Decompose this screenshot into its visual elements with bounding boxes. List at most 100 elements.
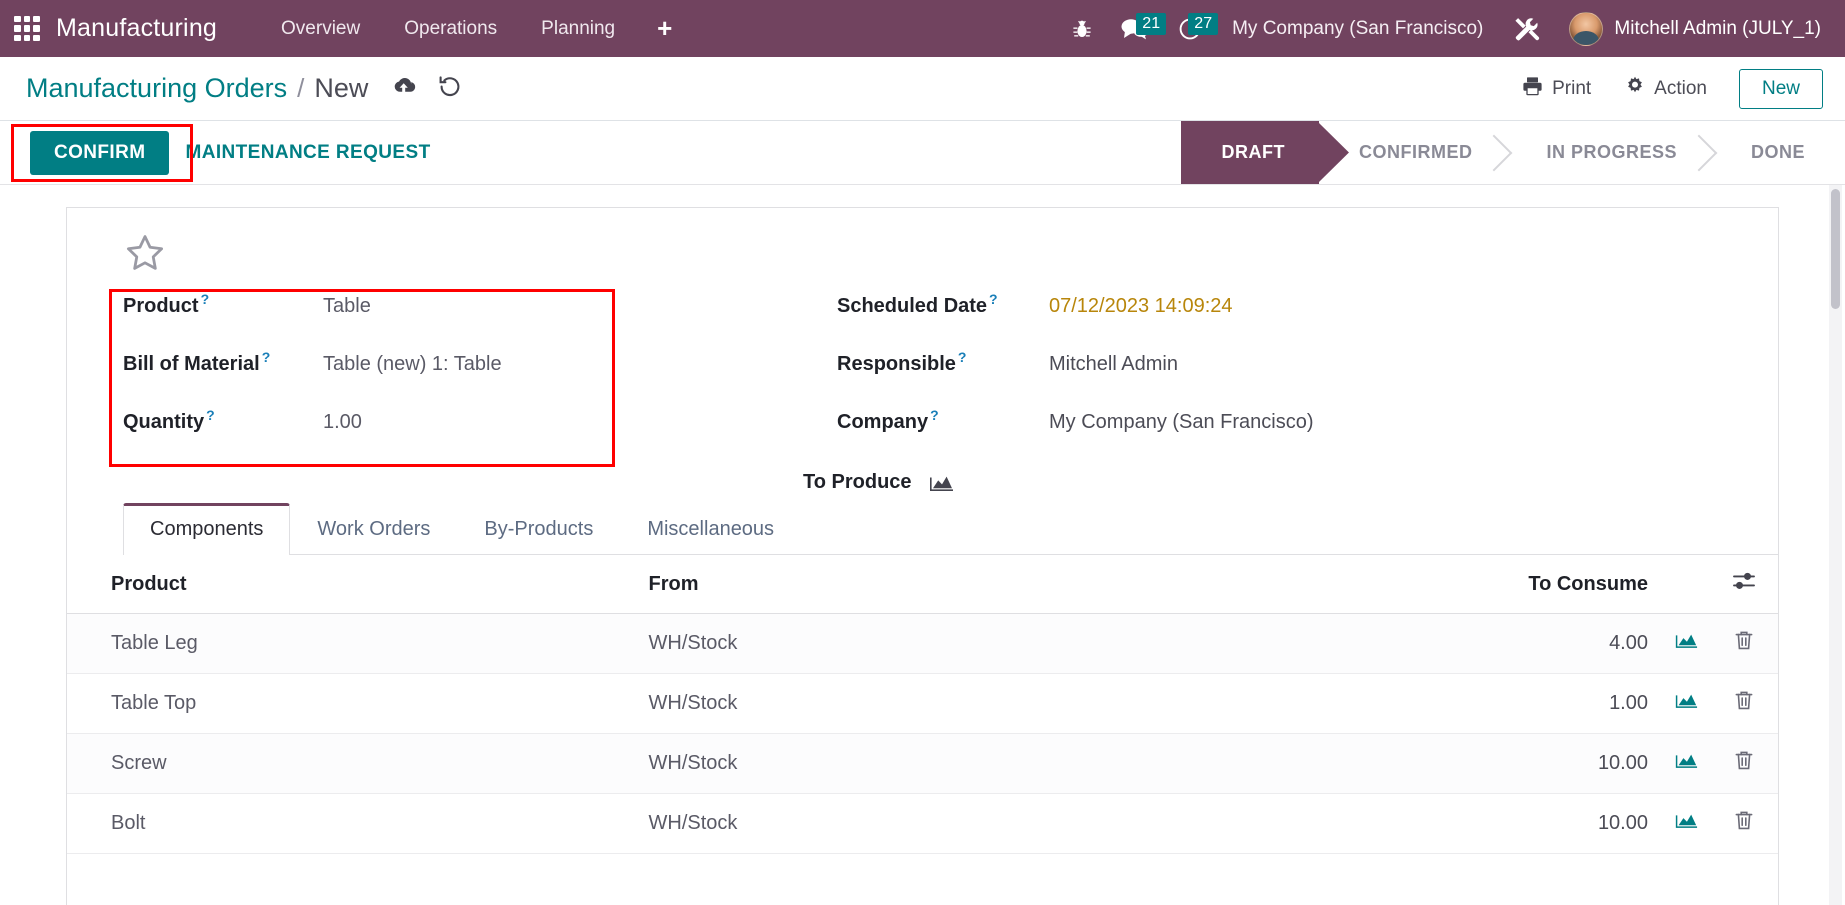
cell-to-consume[interactable]: 4.00 xyxy=(1086,613,1660,674)
cloud-upload-icon[interactable] xyxy=(390,75,417,97)
help-tooltip-icon[interactable]: ? xyxy=(201,291,210,307)
cell-product[interactable]: Table Top xyxy=(67,673,637,734)
field-bill-of-material-label-text: Bill of Material xyxy=(123,353,260,375)
undo-icon[interactable] xyxy=(437,75,462,98)
cell-from[interactable]: WH/Stock xyxy=(636,793,1087,854)
status-stage-confirmed[interactable]: CONFIRMED xyxy=(1319,121,1513,184)
status-stage-done-label: DONE xyxy=(1750,142,1805,162)
activities-count-badge: 27 xyxy=(1188,12,1219,35)
nav-item-overview[interactable]: Overview xyxy=(259,10,382,48)
column-header-to-consume[interactable]: To Consume xyxy=(1086,555,1660,614)
field-bill-of-material-value[interactable]: Table (new) 1: Table xyxy=(323,353,502,376)
cell-from[interactable]: WH/Stock xyxy=(636,733,1087,794)
table-row[interactable]: Table Top WH/Stock 1.00 xyxy=(67,673,1778,734)
cell-from[interactable]: WH/Stock xyxy=(636,613,1087,674)
trash-icon[interactable] xyxy=(1734,810,1754,831)
trash-icon[interactable] xyxy=(1734,750,1754,771)
cell-delete xyxy=(1720,673,1778,734)
table-header-row: Product From To Consume xyxy=(67,555,1778,614)
field-responsible: Responsible ? Mitchell Admin xyxy=(837,349,1778,411)
breadcrumb-parent-link[interactable]: Manufacturing Orders xyxy=(26,73,287,104)
cell-product[interactable]: Bolt xyxy=(67,793,637,854)
form-column-right: Scheduled Date ? 07/12/2023 14:09:24 Res… xyxy=(827,291,1778,469)
form-fields-grid: Product ? Table Bill of Material ? Table… xyxy=(67,281,1778,493)
apps-grid-icon[interactable] xyxy=(14,15,40,42)
nav-item-planning[interactable]: Planning xyxy=(519,10,637,48)
tab-miscellaneous[interactable]: Miscellaneous xyxy=(620,503,801,555)
nav-item-operations[interactable]: Operations xyxy=(382,10,519,48)
breadcrumb: Manufacturing Orders / New xyxy=(26,73,462,104)
field-company-value[interactable]: My Company (San Francisco) xyxy=(1049,411,1314,434)
help-tooltip-icon[interactable]: ? xyxy=(989,291,998,307)
table-row[interactable]: Bolt WH/Stock 10.00 xyxy=(67,793,1778,854)
cell-to-consume[interactable]: 10.00 xyxy=(1086,733,1660,794)
tab-by-products[interactable]: By-Products xyxy=(457,503,620,555)
user-menu[interactable]: Mitchell Admin (JULY_1) xyxy=(1555,8,1827,50)
star-outline-icon[interactable] xyxy=(123,232,167,281)
form-scroll-area: Product ? Table Bill of Material ? Table… xyxy=(0,185,1845,905)
cell-delete xyxy=(1720,793,1778,854)
print-button[interactable]: Print xyxy=(1508,69,1605,109)
tools-icon[interactable] xyxy=(1499,9,1555,49)
messages-count-badge: 21 xyxy=(1136,12,1167,35)
forecast-area-chart-icon[interactable] xyxy=(1674,751,1698,770)
field-quantity: Quantity ? 1.00 xyxy=(123,407,827,469)
cell-to-consume[interactable]: 10.00 xyxy=(1086,793,1660,854)
cell-product[interactable]: Table Leg xyxy=(67,613,637,674)
field-product-label-text: Product xyxy=(123,295,199,317)
trash-icon[interactable] xyxy=(1734,690,1754,711)
sliders-icon[interactable] xyxy=(1732,571,1756,591)
tab-work-orders[interactable]: Work Orders xyxy=(290,503,457,555)
field-scheduled-date: Scheduled Date ? 07/12/2023 14:09:24 xyxy=(837,291,1778,353)
field-product-value[interactable]: Table xyxy=(323,295,371,318)
column-header-product[interactable]: Product xyxy=(67,555,637,614)
company-selector[interactable]: My Company (San Francisco) xyxy=(1216,12,1499,46)
breadcrumb-separator: / xyxy=(297,73,305,103)
scrollbar-thumb[interactable] xyxy=(1831,189,1840,309)
forecast-area-chart-icon[interactable] xyxy=(1674,691,1698,710)
to-produce-label: To Produce xyxy=(803,471,912,493)
nav-add-icon[interactable]: + xyxy=(637,11,692,46)
tab-components[interactable]: Components xyxy=(123,503,291,555)
gear-icon xyxy=(1625,76,1645,102)
status-stage-in-progress-label: IN PROGRESS xyxy=(1546,142,1677,162)
breadcrumb-current-record: New xyxy=(314,73,369,103)
help-tooltip-icon[interactable]: ? xyxy=(958,349,967,365)
status-stage-in-progress[interactable]: IN PROGRESS xyxy=(1506,121,1718,184)
chat-bubble-icon[interactable]: 21 xyxy=(1106,11,1167,47)
maintenance-request-button[interactable]: MAINTENANCE REQUEST xyxy=(169,131,446,175)
cell-to-consume[interactable]: 1.00 xyxy=(1086,673,1660,734)
status-stage-done[interactable]: DONE xyxy=(1711,121,1845,184)
new-record-button[interactable]: New xyxy=(1738,68,1823,109)
cell-product[interactable]: Screw xyxy=(67,733,637,794)
forecast-area-chart-icon[interactable] xyxy=(1674,811,1698,830)
forecast-area-chart-icon[interactable] xyxy=(928,473,954,493)
bug-icon[interactable] xyxy=(1058,12,1106,46)
help-tooltip-icon[interactable]: ? xyxy=(206,407,215,423)
field-responsible-value[interactable]: Mitchell Admin xyxy=(1049,353,1178,376)
cell-from[interactable]: WH/Stock xyxy=(636,673,1087,734)
app-brand-title[interactable]: Manufacturing xyxy=(56,14,217,43)
field-scheduled-date-value[interactable]: 07/12/2023 14:09:24 xyxy=(1049,295,1233,318)
field-scheduled-date-label-text: Scheduled Date xyxy=(837,295,988,317)
vertical-scrollbar[interactable] xyxy=(1829,185,1842,905)
navbar-right-section: 21 27 My Company (San Francisco) Mitchel… xyxy=(1058,8,1827,50)
notebook-tabs: Components Work Orders By-Products Misce… xyxy=(123,503,1778,555)
help-tooltip-icon[interactable]: ? xyxy=(930,407,939,423)
table-row[interactable]: Table Leg WH/Stock 4.00 xyxy=(67,613,1778,674)
control-panel-actions: Print Action New xyxy=(1508,68,1823,109)
optional-columns-toggle-icon[interactable] xyxy=(1720,555,1778,614)
cell-forecast xyxy=(1660,613,1720,674)
forecast-area-chart-icon[interactable] xyxy=(1674,631,1698,650)
field-quantity-value[interactable]: 1.00 xyxy=(323,411,362,434)
confirm-button[interactable]: CONFIRM xyxy=(30,130,170,175)
field-company-label: Company ? xyxy=(837,407,1049,434)
action-button[interactable]: Action xyxy=(1611,69,1721,109)
status-stage-draft[interactable]: DRAFT xyxy=(1181,121,1349,184)
trash-icon[interactable] xyxy=(1734,630,1754,651)
help-tooltip-icon[interactable]: ? xyxy=(262,349,271,365)
table-row[interactable]: Screw WH/Stock 10.00 xyxy=(67,733,1778,794)
clock-icon[interactable]: 27 xyxy=(1164,11,1219,47)
top-navbar: Manufacturing Overview Operations Planni… xyxy=(0,0,1845,57)
column-header-from[interactable]: From xyxy=(636,555,1087,614)
